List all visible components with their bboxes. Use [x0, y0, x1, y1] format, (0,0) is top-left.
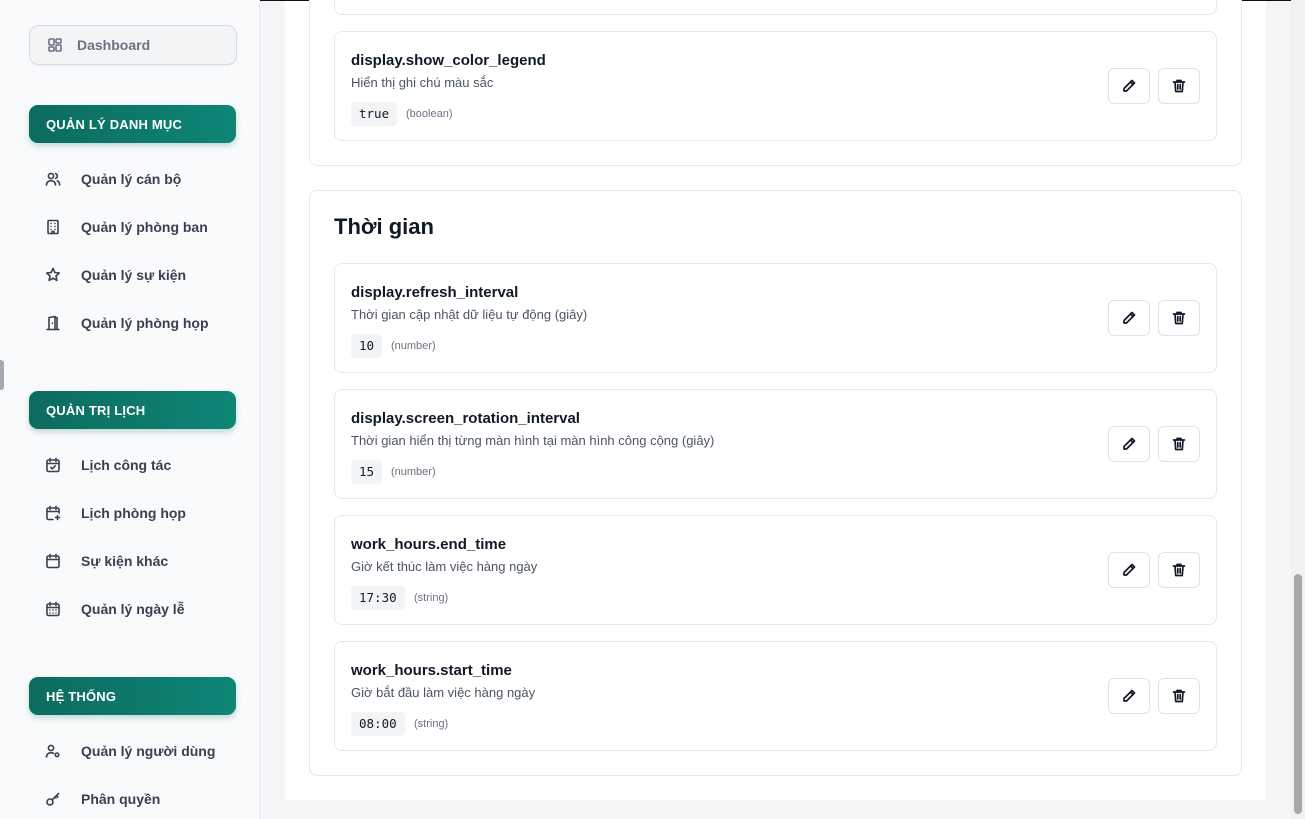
pencil-icon — [1123, 689, 1136, 702]
setting-key: display.show_color_legend — [351, 52, 546, 69]
setting-item: work_hours.end_time Giờ kết thúc làm việ… — [334, 515, 1217, 625]
setting-value: 17:30 — [351, 586, 405, 610]
delete-button[interactable] — [1158, 68, 1200, 104]
sidebar-item-label: Quản lý phòng họp — [81, 315, 209, 331]
trash-icon — [1172, 79, 1186, 93]
edit-button[interactable] — [1108, 300, 1150, 336]
sidebar-item-label: Quản lý cán bộ — [81, 171, 182, 187]
pencil-icon — [1123, 79, 1136, 92]
sidebar-item-label: Quản lý phòng ban — [81, 219, 208, 235]
section-header-danh-muc[interactable]: QUẢN LÝ DANH MỤC — [29, 105, 236, 143]
pencil-icon — [1123, 311, 1136, 324]
calendar-days-icon — [45, 601, 61, 617]
sidebar-item-label: Lịch công tác — [81, 457, 172, 473]
setting-key: work_hours.end_time — [351, 536, 507, 553]
sidebar-item-lich-cong-tac[interactable]: Lịch công tác — [29, 447, 236, 483]
setting-type: (string) — [414, 718, 449, 730]
sidebar-item-label: Lịch phòng họp — [81, 505, 186, 521]
sidebar-item-can-bo[interactable]: Quản lý cán bộ — [29, 161, 236, 197]
trash-icon — [1172, 311, 1186, 325]
users-icon — [45, 171, 61, 187]
setting-description: Giờ kết thúc làm việc hàng ngày — [351, 559, 538, 574]
dashboard-label: Dashboard — [77, 37, 151, 53]
setting-description: Thời gian cập nhật dữ liệu tự động (giây… — [351, 307, 588, 322]
delete-button[interactable] — [1158, 426, 1200, 462]
setting-description: Hiển thị ghi chú màu sắc — [351, 75, 494, 90]
building-icon — [45, 219, 61, 235]
setting-type: (number) — [391, 466, 436, 478]
sidebar-item-label: Quản lý ngày lễ — [81, 601, 185, 617]
setting-key: display.refresh_interval — [351, 284, 519, 301]
sidebar-item-lich-phong-hop[interactable]: Lịch phòng họp — [29, 495, 236, 531]
pencil-icon — [1123, 563, 1136, 576]
star-icon — [45, 267, 61, 283]
sidebar-item-su-kien-khac[interactable]: Sự kiện khác — [29, 543, 236, 579]
setting-type: (boolean) — [406, 108, 453, 120]
setting-description: Thời gian hiển thị từng màn hình tại màn… — [351, 433, 715, 448]
edit-button[interactable] — [1108, 678, 1150, 714]
edit-button[interactable] — [1108, 426, 1150, 462]
previous-setting-item — [334, 0, 1217, 15]
section-header-he-thong[interactable]: HỆ THỐNG — [29, 677, 236, 715]
sidebar-item-su-kien[interactable]: Quản lý sự kiện — [29, 257, 236, 293]
section-title: Thời gian — [334, 214, 434, 239]
setting-value: 08:00 — [351, 712, 405, 736]
sidebar-item-label: Phân quyền — [81, 791, 161, 807]
sidebar-item-nguoi-dung[interactable]: Quản lý người dùng — [29, 733, 236, 769]
calendar-check-icon — [45, 457, 61, 473]
edit-button[interactable] — [1108, 68, 1150, 104]
trash-icon — [1172, 689, 1186, 703]
calendar-plus-icon — [45, 505, 61, 521]
pencil-icon — [1123, 437, 1136, 450]
edge-handle — [0, 360, 4, 390]
sidebar-item-label: Sự kiện khác — [81, 553, 169, 569]
setting-value: 15 — [351, 460, 383, 484]
key-icon — [45, 791, 61, 807]
section-header-quan-tri-lich[interactable]: QUẢN TRỊ LỊCH — [29, 391, 236, 429]
setting-description: Giờ bắt đầu làm việc hàng ngày — [351, 685, 536, 700]
setting-value: 10 — [351, 334, 383, 358]
scrollbar-thumb[interactable] — [1294, 574, 1302, 814]
delete-button[interactable] — [1158, 678, 1200, 714]
setting-type: (number) — [391, 340, 436, 352]
calendar-icon — [45, 553, 61, 569]
delete-button[interactable] — [1158, 552, 1200, 588]
edit-button[interactable] — [1108, 552, 1150, 588]
setting-item: work_hours.start_time Giờ bắt đầu làm vi… — [334, 641, 1217, 751]
trash-icon — [1172, 563, 1186, 577]
dashboard-button[interactable]: Dashboard — [29, 25, 237, 65]
setting-type: (string) — [414, 592, 449, 604]
sidebar-item-ngay-le[interactable]: Quản lý ngày lễ — [29, 591, 236, 627]
setting-key: display.screen_rotation_interval — [351, 410, 580, 427]
setting-item: display.show_color_legend Hiển thị ghi c… — [334, 31, 1217, 141]
setting-item: display.refresh_interval Thời gian cập n… — [334, 263, 1217, 373]
delete-button[interactable] — [1158, 300, 1200, 336]
setting-key: work_hours.start_time — [351, 662, 512, 679]
dashboard-grid-icon — [47, 37, 63, 53]
sidebar-item-label: Quản lý sự kiện — [81, 267, 187, 283]
door-icon — [45, 315, 61, 331]
sidebar-item-phan-quyen[interactable]: Phân quyền — [29, 781, 236, 817]
trash-icon — [1172, 437, 1186, 451]
sidebar-item-phong-ban[interactable]: Quản lý phòng ban — [29, 209, 236, 245]
setting-item: display.screen_rotation_interval Thời gi… — [334, 389, 1217, 499]
setting-value: true — [351, 102, 398, 126]
sidebar: Dashboard QUẢN LÝ DANH MỤC Quản lý cán b… — [0, 0, 260, 819]
user-cog-icon — [45, 743, 61, 759]
sidebar-item-label: Quản lý người dùng — [81, 743, 216, 759]
sidebar-item-phong-hop[interactable]: Quản lý phòng họp — [29, 305, 236, 341]
